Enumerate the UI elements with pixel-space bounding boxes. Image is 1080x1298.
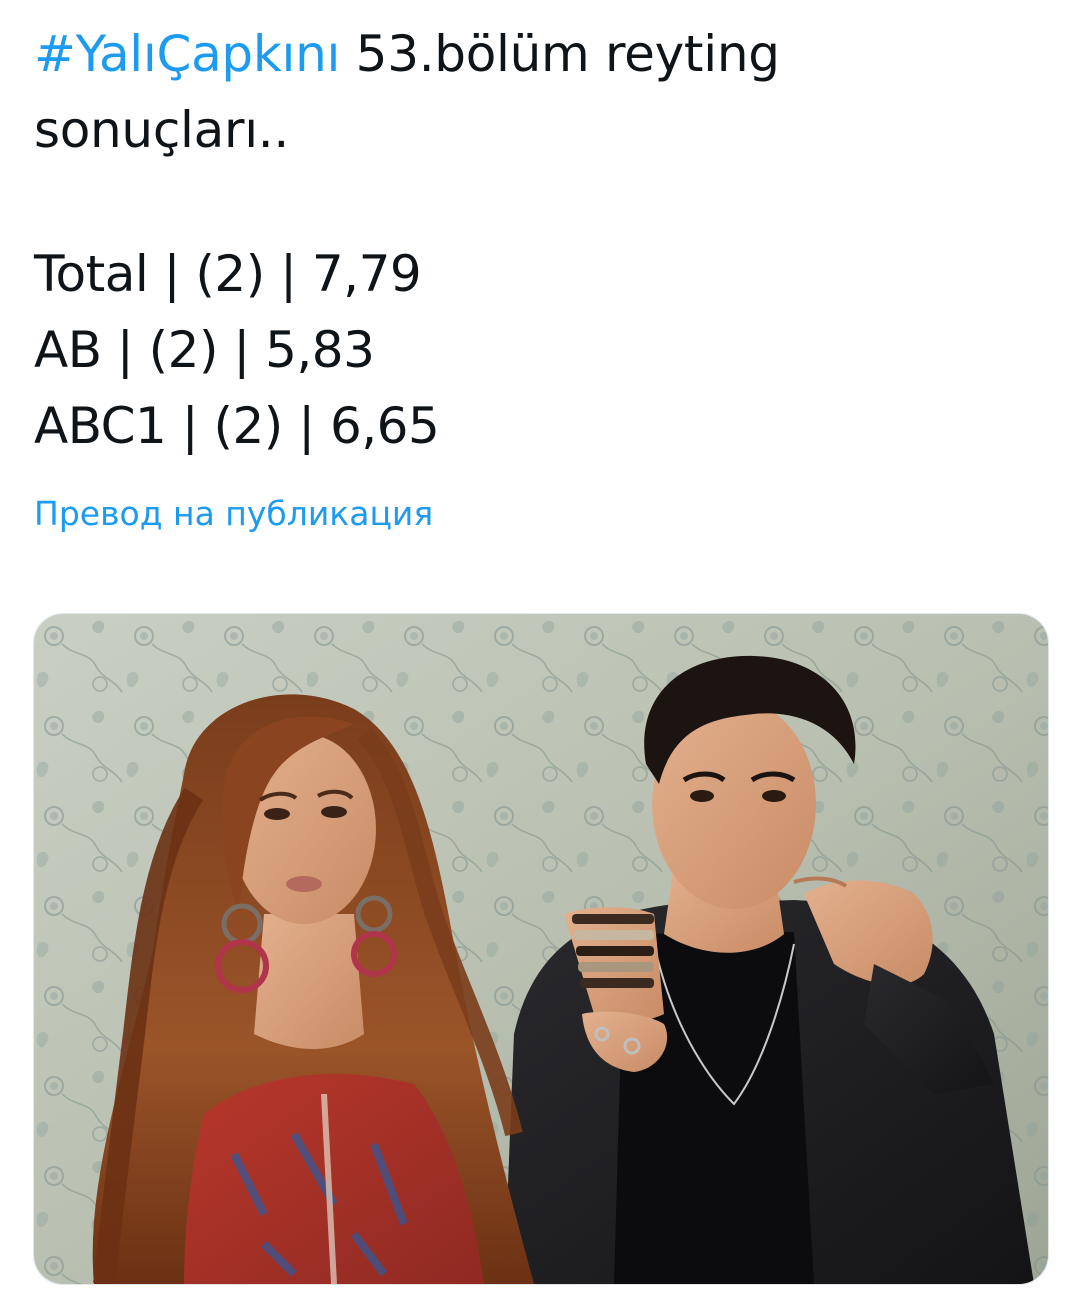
tweet: #YalıÇapkını 53.bölüm reyting sonuçları.… [0, 0, 1080, 1298]
tweet-title-line-2: sonuçları.. [34, 101, 289, 159]
rating-ab: AB | (2) | 5,83 [34, 321, 375, 379]
ratings-list: Total | (2) | 7,79 AB | (2) | 5,83 ABC1 … [34, 236, 440, 464]
rating-abc1: ABC1 | (2) | 6,65 [34, 397, 440, 455]
tweet-title-line: #YalıÇapkını 53.bölüm reyting [34, 16, 1044, 92]
hashtag-link[interactable]: #YalıÇapkını [34, 25, 340, 83]
translate-post-link[interactable]: Превод на публикация [34, 490, 433, 538]
tweet-photo[interactable] [33, 613, 1049, 1285]
tweet-title-text: 53.bölüm reyting [340, 25, 780, 83]
photo-image [34, 614, 1048, 1284]
rating-total: Total | (2) | 7,79 [34, 245, 422, 303]
tweet-text: #YalıÇapkını 53.bölüm reyting sonuçları.… [34, 16, 1044, 168]
